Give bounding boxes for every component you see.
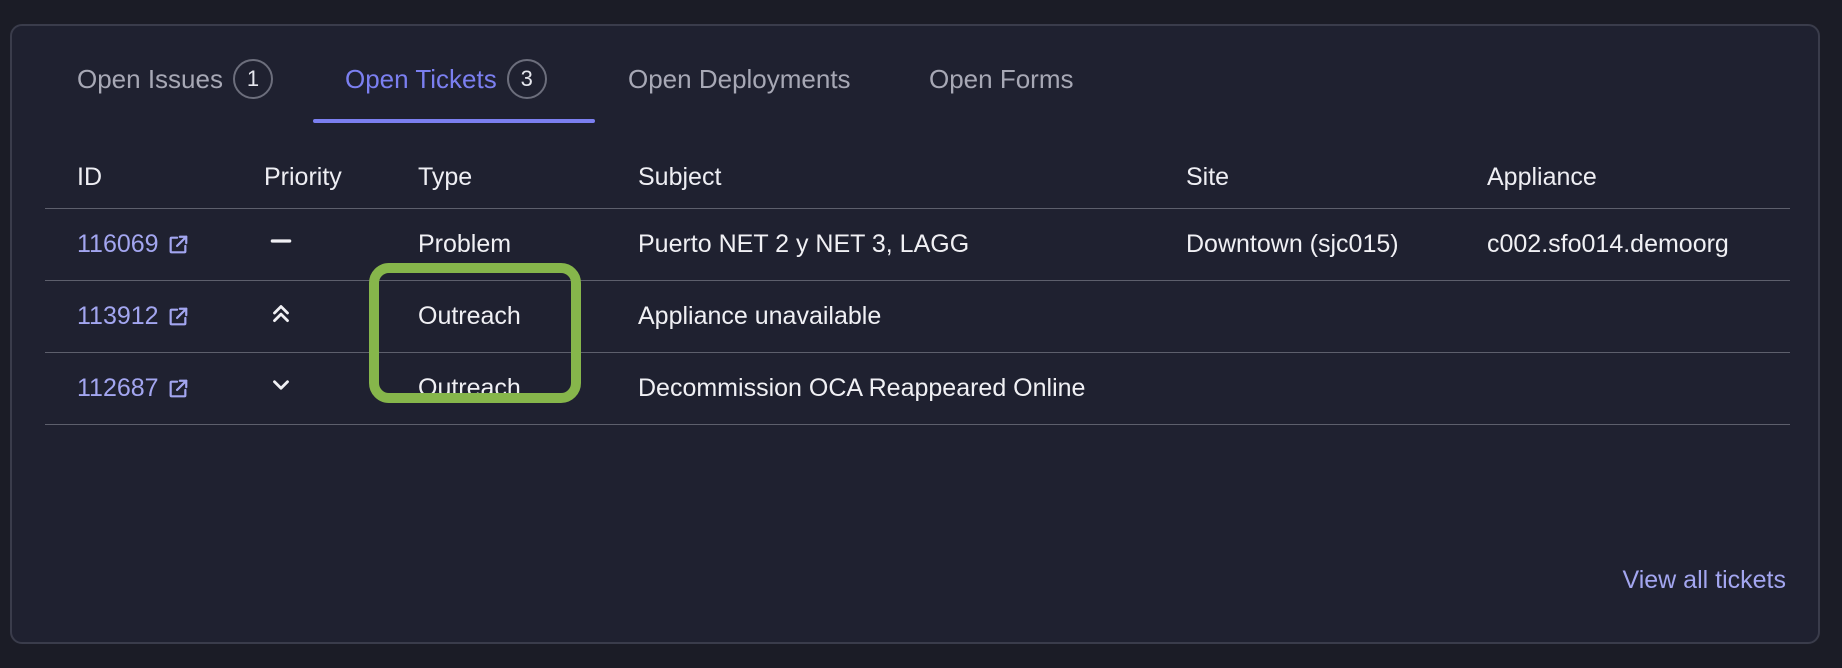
subject-cell: Decommission OCA Reappeared Online <box>606 352 1154 425</box>
ticket-id-link[interactable]: 116069 <box>77 230 189 259</box>
table-header-row: ID Priority Type Subject Site Appliance <box>45 146 1790 209</box>
type-cell: Outreach <box>386 352 606 425</box>
priority-high-icon <box>273 305 289 322</box>
tab-bar: Open Issues 1 Open Tickets 3 Open Deploy… <box>12 26 1818 126</box>
ticket-id-text: 112687 <box>77 374 159 402</box>
column-header-subject[interactable]: Subject <box>606 146 1154 209</box>
ticket-id-link[interactable]: 113912 <box>77 302 189 331</box>
subject-cell: Appliance unavailable <box>606 280 1154 353</box>
table-row: 116069 Problem Puerto NET 2 y NET 3, LAG… <box>45 208 1790 281</box>
column-header-appliance[interactable]: Appliance <box>1455 146 1790 209</box>
external-link-icon <box>169 307 187 325</box>
column-header-type[interactable]: Type <box>386 146 606 209</box>
ticket-id-text: 116069 <box>77 230 159 258</box>
column-header-id[interactable]: ID <box>45 146 232 209</box>
tab-label: Open Issues <box>77 63 223 94</box>
external-link-icon <box>169 235 187 253</box>
column-header-priority[interactable]: Priority <box>232 146 386 209</box>
subject-cell: Puerto NET 2 y NET 3, LAGG <box>606 208 1154 281</box>
appliance-link[interactable]: c002.sfo014.demoorg <box>1455 208 1790 281</box>
tab-open-tickets[interactable]: Open Tickets 3 <box>345 54 547 104</box>
tickets-panel: Open Issues 1 Open Tickets 3 Open Deploy… <box>10 24 1820 644</box>
tab-open-issues[interactable]: Open Issues 1 <box>77 54 273 104</box>
external-link-icon <box>169 379 187 397</box>
tab-count-badge: 3 <box>506 59 547 99</box>
ticket-id-link[interactable]: 112687 <box>77 374 189 403</box>
appliance-link[interactable] <box>1455 352 1790 425</box>
ticket-id-cell: 113912 <box>45 280 232 353</box>
tab-label: Open Tickets <box>345 63 497 94</box>
site-link[interactable]: Downtown (sjc015) <box>1154 208 1455 281</box>
type-cell: Outreach <box>386 280 606 353</box>
ticket-id-cell: 116069 <box>45 208 232 281</box>
tab-label: Open Deployments <box>628 63 851 94</box>
tab-label: Open Forms <box>929 63 1074 94</box>
type-cell: Problem <box>386 208 606 281</box>
column-header-site[interactable]: Site <box>1154 146 1455 209</box>
table-row: 112687 Outreach Decommission OCA Reappea… <box>45 352 1790 425</box>
tab-open-deployments[interactable]: Open Deployments <box>628 54 851 104</box>
table-row: 113912 Outreach Appliance unavailable <box>45 280 1790 353</box>
site-link[interactable] <box>1154 352 1455 425</box>
priority-low-icon <box>273 380 289 390</box>
priority-medium-icon <box>270 239 292 243</box>
active-tab-indicator <box>313 119 595 123</box>
ticket-id-text: 113912 <box>77 302 159 330</box>
appliance-link[interactable] <box>1455 280 1790 353</box>
priority-cell <box>232 280 386 353</box>
priority-cell <box>232 352 386 425</box>
tab-count-badge: 1 <box>232 59 273 99</box>
tickets-table: ID Priority Type Subject Site Appliance … <box>45 146 1790 425</box>
tab-open-forms[interactable]: Open Forms <box>929 54 1074 104</box>
ticket-id-cell: 112687 <box>45 352 232 425</box>
priority-cell <box>232 208 386 281</box>
view-all-tickets-link[interactable]: View all tickets <box>1623 566 1787 595</box>
site-link[interactable] <box>1154 280 1455 353</box>
